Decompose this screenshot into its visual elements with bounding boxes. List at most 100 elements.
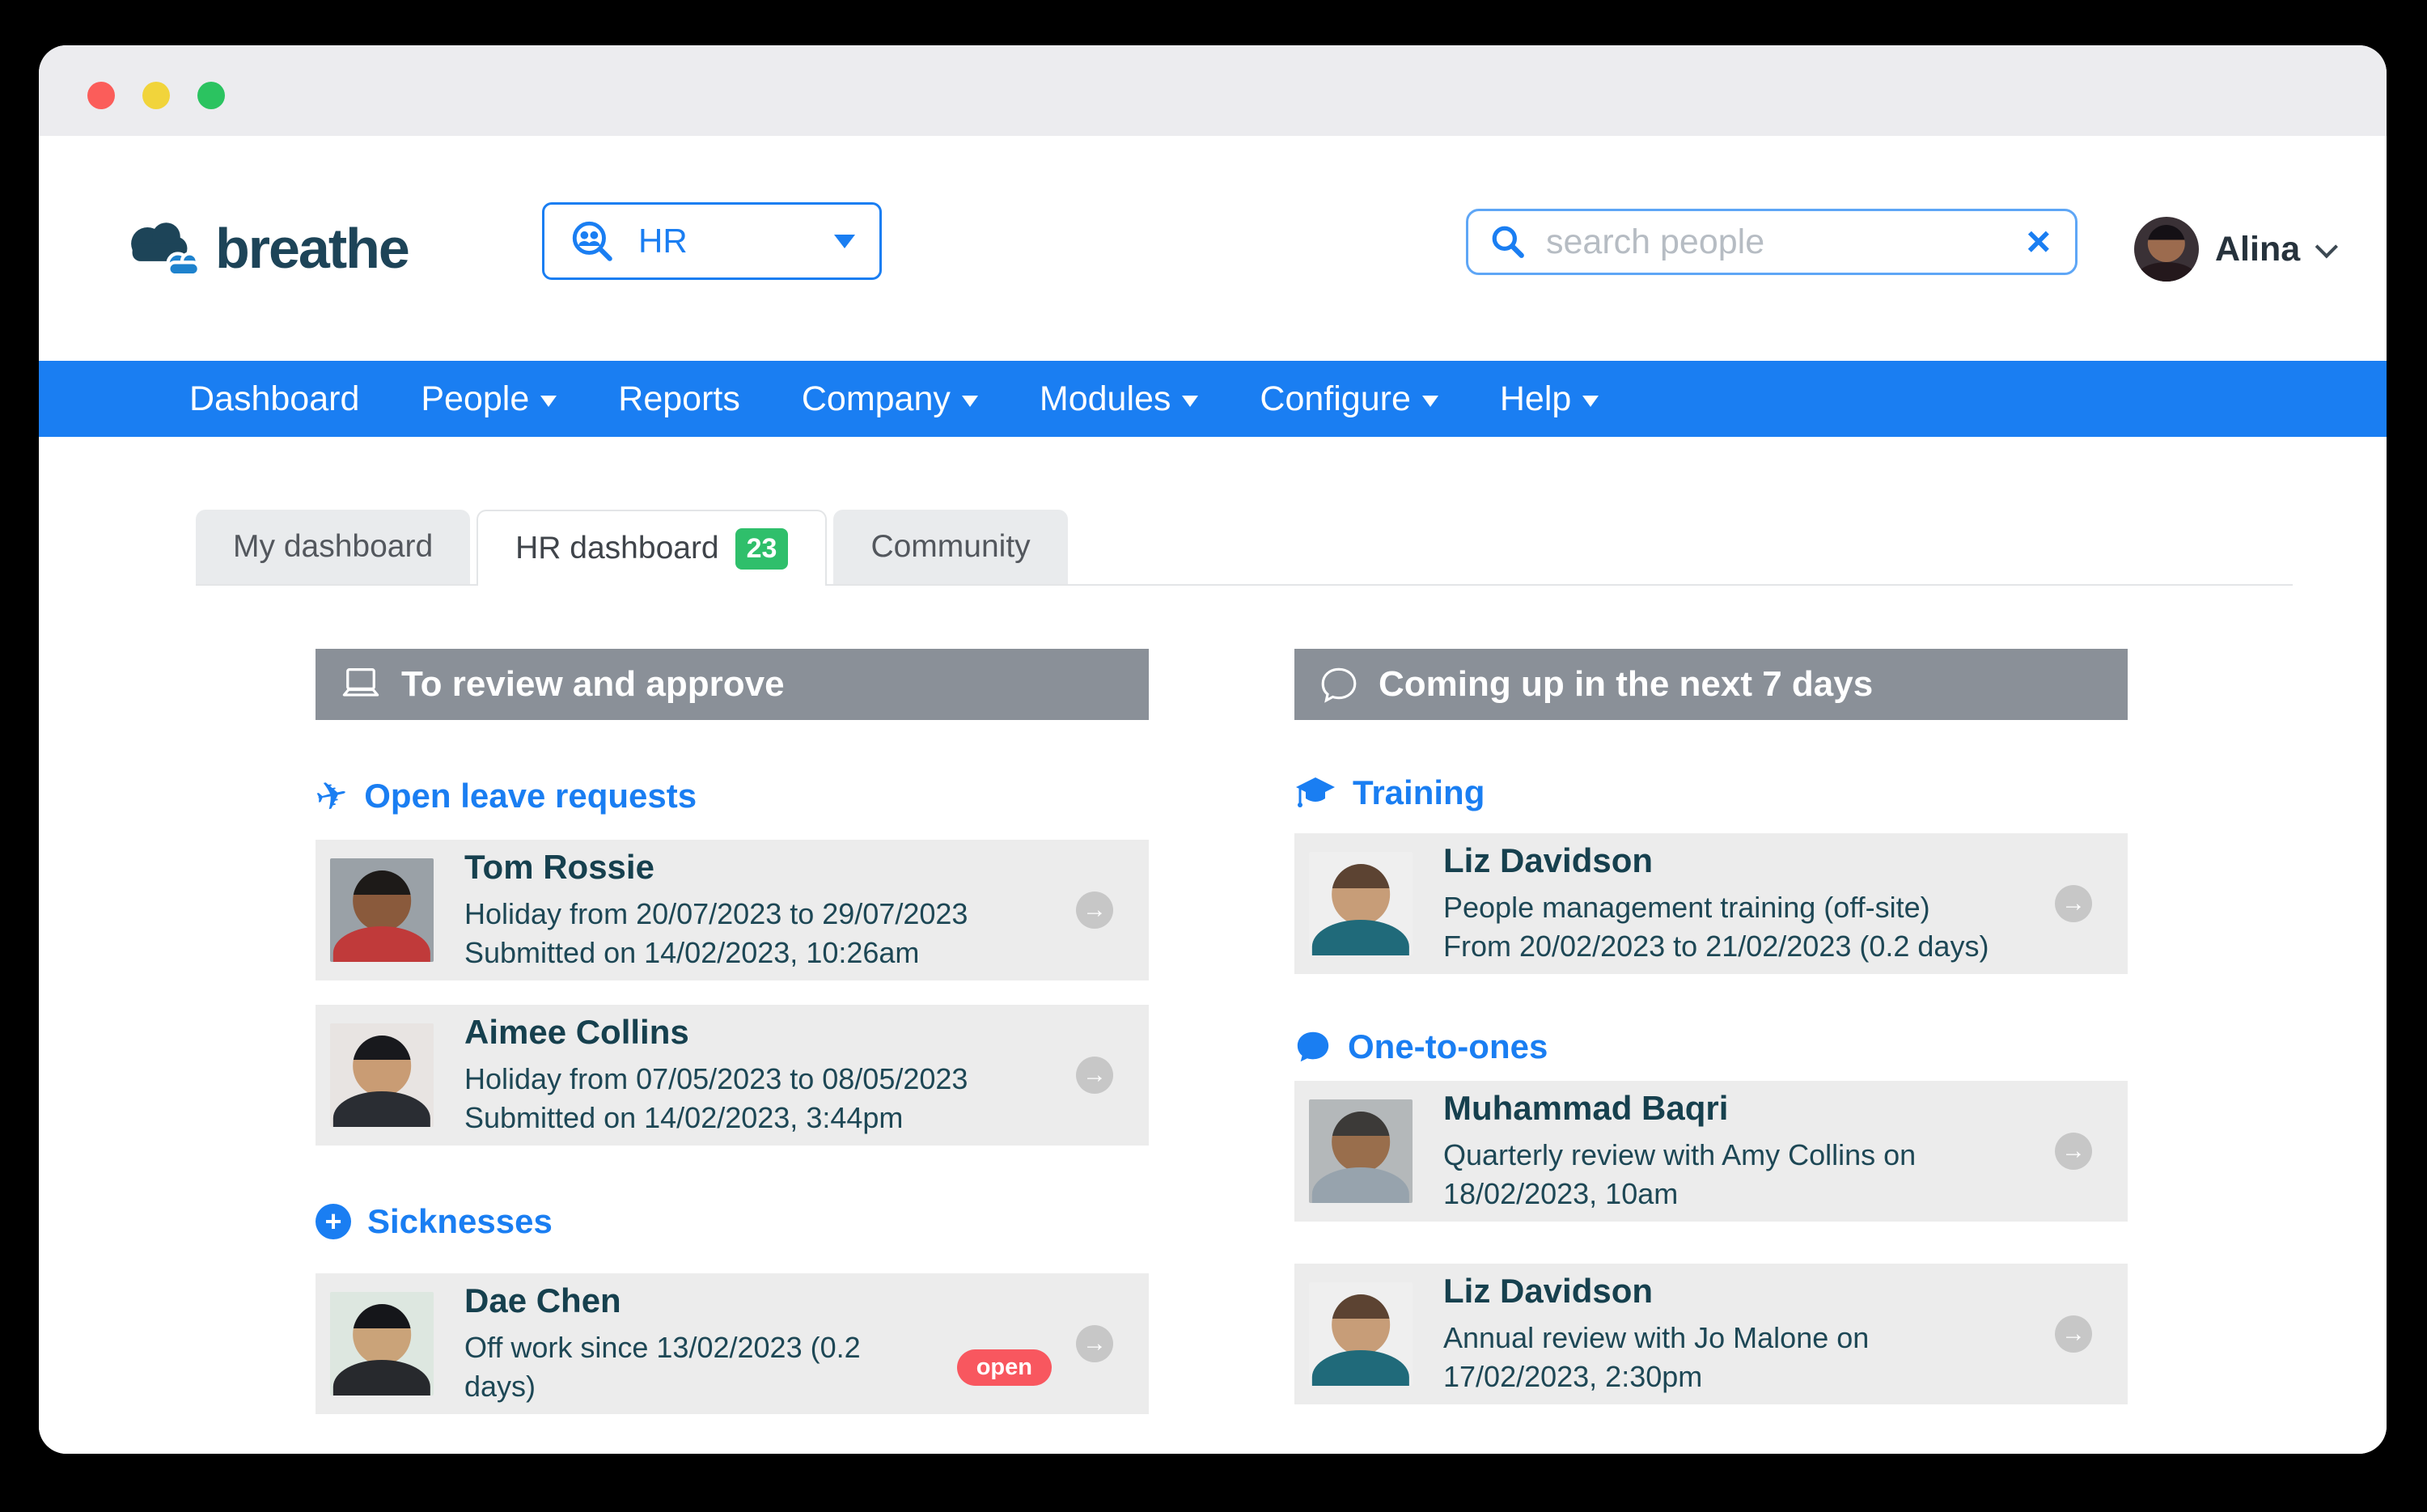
tab-label: HR dashboard [515,531,718,566]
open-item-button[interactable]: → [1076,892,1113,929]
breathe-logo[interactable]: breathe [123,204,409,293]
nav-item-configure[interactable]: Configure [1260,379,1438,419]
section-sicknesses[interactable]: + Sicknesses [316,1202,1149,1241]
close-button[interactable] [87,82,115,109]
count-badge: 23 [735,528,789,570]
person-name: Liz Davidson [1443,841,1989,880]
item-detail: Holiday from 07/05/2023 to 08/05/2023 [464,1060,968,1099]
dropdown-caret-icon [962,396,978,407]
dashboard-columns: To review and approve ✈ Open leave reque… [316,649,2387,1454]
panel-title: To review and approve [401,664,785,705]
leave-request-item[interactable]: Aimee Collins Holiday from 07/05/2023 to… [316,1005,1149,1146]
section-one-to-ones[interactable]: One-to-ones [1294,1027,2128,1066]
status-badge: open [957,1349,1052,1386]
dropdown-caret-icon [540,396,557,407]
user-menu[interactable]: Alina [2134,215,2332,283]
dropdown-caret-icon [1422,396,1438,407]
section-training[interactable]: Training [1294,773,2128,812]
open-item-button[interactable]: → [2055,885,2092,922]
nav-label: Dashboard [189,379,359,419]
section-label: Training [1353,773,1485,812]
item-detail: Quarterly review with Amy Collins on 18/… [1443,1136,2031,1213]
item-detail: Submitted on 14/02/2023, 3:44pm [464,1099,968,1137]
section-open-leave-requests[interactable]: ✈ Open leave requests [316,773,1149,819]
tab-my-dashboard[interactable]: My dashboard [196,510,470,584]
company-context-dropdown[interactable]: HR [542,202,882,280]
arrow-right-icon: → [2061,892,2086,916]
zoom-button[interactable] [197,82,225,109]
to-review-panel: To review and approve ✈ Open leave reque… [316,649,1149,1414]
tab-hr-dashboard[interactable]: HR dashboard 23 [477,510,827,586]
nav-label: Company [802,379,951,419]
clear-search-button[interactable]: × [2023,221,2054,263]
person-name: Liz Davidson [1443,1272,2031,1311]
person-photo [330,858,434,962]
one-to-one-item[interactable]: Liz Davidson Annual review with Jo Malon… [1294,1264,2128,1404]
nav-label: People [421,379,529,419]
leave-request-item[interactable]: Tom Rossie Holiday from 20/07/2023 to 29… [316,840,1149,980]
item-detail: Submitted on 14/02/2023, 10:26am [464,934,968,972]
item-detail: People management training (off-site) [1443,888,1989,927]
speech-bubble-filled-icon [1294,1029,1332,1065]
plane-icon: ✈ [311,770,353,821]
sickness-item[interactable]: Dae Chen Off work since 13/02/2023 (0.2 … [316,1273,1149,1414]
person-photo [1309,1099,1413,1203]
avatar [2134,217,2199,282]
laptop-icon [340,666,382,703]
open-item-button[interactable]: → [1076,1057,1113,1094]
nav-label: Help [1500,379,1571,419]
person-name: Aimee Collins [464,1013,968,1052]
arrow-right-icon: → [1082,898,1107,922]
training-item[interactable]: Liz Davidson People management training … [1294,833,2128,974]
dropdown-caret-icon [1182,396,1198,407]
tab-community[interactable]: Community [833,510,1067,584]
main-nav: Dashboard People Reports Company Modules… [39,361,2387,437]
chevron-down-icon [2315,235,2338,258]
item-detail: From 20/02/2023 to 21/02/2023 (0.2 days) [1443,927,1989,966]
panel-title: Coming up in the next 7 days [1379,664,1873,705]
panel-header-to-review: To review and approve [316,649,1149,720]
tab-label: Community [870,529,1030,565]
minimize-button[interactable] [142,82,170,109]
person-photo [330,1023,434,1127]
user-name: Alina [2215,230,2300,269]
item-detail: Annual review with Jo Malone on 17/02/20… [1443,1319,2031,1396]
nav-item-help[interactable]: Help [1500,379,1599,419]
context-value: HR [638,222,688,260]
arrow-right-icon: → [1082,1332,1107,1356]
search-input[interactable] [1544,222,2023,263]
section-label: One-to-ones [1348,1027,1548,1066]
chevron-down-icon [834,235,855,248]
open-item-button[interactable]: → [2055,1315,2092,1353]
speech-bubble-outline-icon [1319,666,1359,703]
dashboard-tabs: My dashboard HR dashboard 23 Community [196,510,2293,586]
open-item-button[interactable]: → [1076,1325,1113,1362]
arrow-right-icon: → [1082,1063,1107,1087]
section-label: Sicknesses [367,1202,553,1241]
nav-item-company[interactable]: Company [802,379,978,419]
panel-header-coming-up: Coming up in the next 7 days [1294,649,2128,720]
search-box: × [1466,209,2078,275]
logo-wordmark: breathe [215,216,409,281]
nav-item-reports[interactable]: Reports [618,379,740,419]
person-name: Muhammad Baqri [1443,1089,2031,1128]
section-label: Open leave requests [364,777,697,815]
person-photo [1309,1282,1413,1386]
person-name: Tom Rossie [464,848,968,887]
window-titlebar [39,45,2387,136]
plus-circle-icon: + [316,1204,351,1239]
nav-item-people[interactable]: People [421,379,557,419]
search-icon [1489,223,1527,260]
tab-label: My dashboard [233,529,433,565]
coming-up-panel: Coming up in the next 7 days Training Li… [1294,649,2128,1414]
nav-item-modules[interactable]: Modules [1040,379,1199,419]
person-photo [330,1292,434,1396]
open-item-button[interactable]: → [2055,1133,2092,1170]
nav-item-dashboard[interactable]: Dashboard [189,379,359,419]
one-to-one-item[interactable]: Muhammad Baqri Quarterly review with Amy… [1294,1081,2128,1222]
window-controls [87,82,225,109]
breathe-cloud-icon [123,214,207,282]
main-content: My dashboard HR dashboard 23 Community T… [39,510,2387,1454]
person-photo [1309,852,1413,955]
item-detail: Holiday from 20/07/2023 to 29/07/2023 [464,895,968,934]
